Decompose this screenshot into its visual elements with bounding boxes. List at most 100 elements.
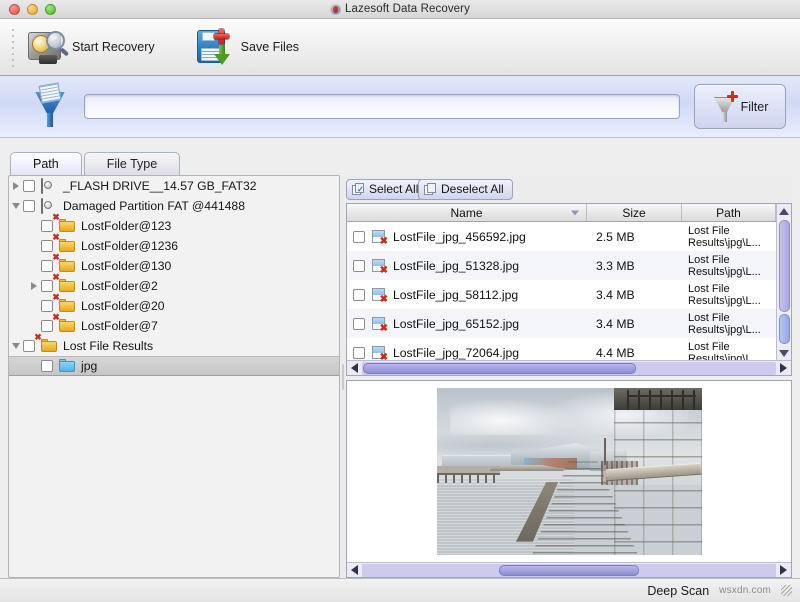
deselect-all-button[interactable]: Deselect All xyxy=(418,179,513,200)
tree-row-label: LostFolder@20 xyxy=(81,299,165,313)
file-list-vertical-scrollbar[interactable] xyxy=(776,204,791,360)
deselect-all-label: Deselect All xyxy=(441,182,504,196)
folder-lost-icon: ✖ xyxy=(59,299,75,313)
table-row[interactable]: ✖LostFile_jpg_65152.jpg3.4 MBLost File R… xyxy=(347,309,776,338)
tree-checkbox[interactable] xyxy=(41,240,53,252)
tree-checkbox[interactable] xyxy=(23,340,35,352)
preview-horizontal-scrollbar[interactable] xyxy=(347,562,791,577)
minimize-window-button[interactable] xyxy=(27,4,38,15)
file-name-label: LostFile_jpg_456592.jpg xyxy=(393,230,526,244)
select-all-icon: ✓ xyxy=(352,183,365,196)
row-checkbox[interactable] xyxy=(353,260,365,272)
tree-row-label: LostFolder@7 xyxy=(81,319,158,333)
tree-checkbox[interactable] xyxy=(41,280,53,292)
file-name-label: LostFile_jpg_65152.jpg xyxy=(393,317,519,331)
tree-checkbox[interactable] xyxy=(41,260,53,272)
file-list-horizontal-scrollbar[interactable] xyxy=(347,360,791,375)
file-name-label: LostFile_jpg_72064.jpg xyxy=(393,346,519,360)
tree-scroll-area[interactable]: _FLASH DRIVE__14.57 GB_FAT32Damaged Part… xyxy=(9,176,339,577)
tree-row[interactable]: jpg xyxy=(9,356,339,376)
select-all-button[interactable]: ✓ Select All xyxy=(346,179,424,200)
filter-bar: Filter xyxy=(0,76,800,138)
preview-scroll-left-button[interactable] xyxy=(347,565,362,575)
toolbar-drag-grip[interactable] xyxy=(10,27,17,67)
preview-photo xyxy=(437,388,702,555)
start-recovery-label: Start Recovery xyxy=(72,40,155,54)
preview-image-area[interactable] xyxy=(347,381,791,562)
start-recovery-button[interactable]: Start Recovery xyxy=(24,27,165,67)
tree-row[interactable]: ✖Lost File Results xyxy=(9,336,339,356)
save-file-icon xyxy=(195,29,233,65)
file-list-rows[interactable]: ✖LostFile_jpg_456592.jpg2.5 MBLost File … xyxy=(347,222,776,360)
select-all-label: Select All xyxy=(369,182,418,196)
scroll-down-button[interactable] xyxy=(779,346,789,360)
cell-size: 3.3 MB xyxy=(587,259,682,273)
chevron-down-icon[interactable] xyxy=(9,343,23,349)
tree-checkbox[interactable] xyxy=(41,320,53,332)
save-files-button[interactable]: Save Files xyxy=(191,26,309,68)
pane-splitter[interactable] xyxy=(340,175,346,578)
tree-checkbox[interactable] xyxy=(41,220,53,232)
sort-descending-icon xyxy=(571,210,579,215)
preview-scroll-thumb[interactable] xyxy=(499,565,640,576)
row-checkbox[interactable] xyxy=(353,289,365,301)
preview-scroll-track[interactable] xyxy=(362,564,776,577)
filter-button[interactable]: Filter xyxy=(694,84,786,129)
preview-panel xyxy=(346,380,792,578)
funnel-document-icon xyxy=(30,84,70,130)
preview-scroll-right-button[interactable] xyxy=(776,565,791,575)
resize-grip[interactable] xyxy=(781,585,792,596)
tree-checkbox[interactable] xyxy=(23,180,35,192)
tree-checkbox[interactable] xyxy=(41,360,53,372)
chevron-down-icon[interactable] xyxy=(9,203,23,209)
column-header-size[interactable]: Size xyxy=(587,204,682,221)
row-checkbox[interactable] xyxy=(353,347,365,359)
lost-image-file-icon: ✖ xyxy=(372,288,386,302)
cell-path: Lost File Results\jpg\L... xyxy=(682,312,776,336)
table-row[interactable]: ✖LostFile_jpg_58112.jpg3.4 MBLost File R… xyxy=(347,280,776,309)
row-checkbox[interactable] xyxy=(353,318,365,330)
tab-path[interactable]: Path xyxy=(10,152,82,175)
folder-lost-icon: ✖ xyxy=(59,219,75,233)
row-checkbox[interactable] xyxy=(353,231,365,243)
tree-row-label: Lost File Results xyxy=(63,339,153,353)
status-bar: Deep Scan wsxdn.com xyxy=(0,578,800,602)
funnel-plus-icon xyxy=(712,91,738,123)
close-window-button[interactable] xyxy=(9,4,20,15)
cell-size: 3.4 MB xyxy=(587,317,682,331)
cell-name: ✖LostFile_jpg_456592.jpg xyxy=(347,230,587,244)
scroll-up-button[interactable] xyxy=(779,204,789,218)
tab-file-type-label: File Type xyxy=(107,157,158,171)
scroll-right-button[interactable] xyxy=(776,363,791,373)
vertical-scroll-thumb-secondary[interactable] xyxy=(779,314,790,344)
column-header-path[interactable]: Path xyxy=(682,204,776,221)
cell-size: 3.4 MB xyxy=(587,288,682,302)
chevron-right-icon[interactable] xyxy=(9,182,23,190)
list-toolbar: ✓ Select All Deselect All xyxy=(346,175,792,203)
column-header-size-label: Size xyxy=(622,206,645,220)
filter-search-input[interactable] xyxy=(84,94,680,119)
vertical-scroll-thumb[interactable] xyxy=(779,220,790,312)
table-row[interactable]: ✖LostFile_jpg_72064.jpg4.4 MBLost File R… xyxy=(347,338,776,360)
watermark-label: wsxdn.com xyxy=(719,585,771,596)
tree-row[interactable]: _FLASH DRIVE__14.57 GB_FAT32 xyxy=(9,176,339,196)
chevron-right-icon[interactable] xyxy=(27,282,41,290)
tab-file-type[interactable]: File Type xyxy=(84,152,181,175)
maximize-window-button[interactable] xyxy=(45,4,56,15)
tree-checkbox[interactable] xyxy=(23,200,35,212)
tree-row-label: jpg xyxy=(81,359,97,373)
path-tree-panel: _FLASH DRIVE__14.57 GB_FAT32Damaged Part… xyxy=(8,175,340,578)
tree-checkbox[interactable] xyxy=(41,300,53,312)
folder-lost-icon: ✖ xyxy=(59,279,75,293)
vertical-scroll-track[interactable] xyxy=(778,218,791,346)
window-controls xyxy=(9,4,56,15)
table-row[interactable]: ✖LostFile_jpg_51328.jpg3.3 MBLost File R… xyxy=(347,251,776,280)
horizontal-scroll-track[interactable] xyxy=(362,362,776,375)
tree-row[interactable]: ✖LostFolder@7 xyxy=(9,316,339,336)
table-row[interactable]: ✖LostFile_jpg_456592.jpg2.5 MBLost File … xyxy=(347,222,776,251)
scroll-left-button[interactable] xyxy=(347,363,362,373)
horizontal-scroll-thumb[interactable] xyxy=(363,363,636,374)
column-header-name[interactable]: Name xyxy=(347,204,587,221)
file-name-label: LostFile_jpg_51328.jpg xyxy=(393,259,519,273)
cell-path: Lost File Results\jpg\L... xyxy=(682,254,776,278)
